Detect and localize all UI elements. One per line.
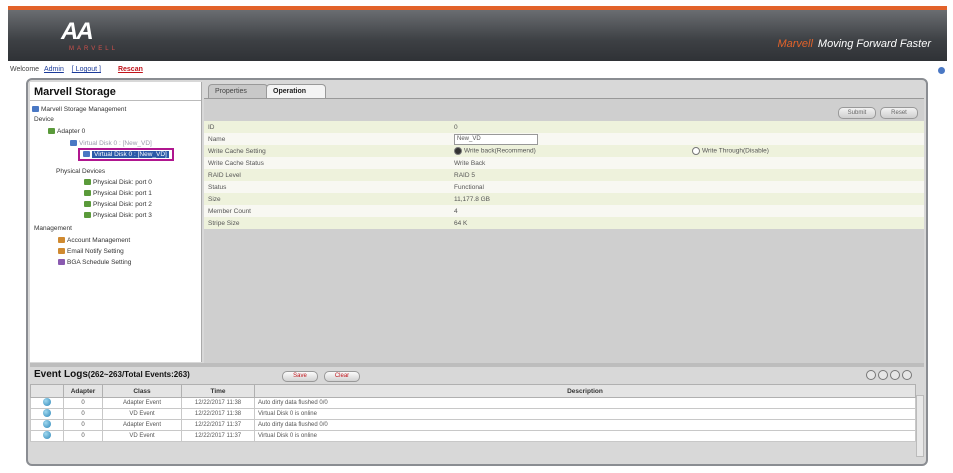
property-label: Size (204, 193, 450, 205)
table-row[interactable]: 0 Adapter Event 12/22/2017 11:38 Auto dirt… (30, 397, 916, 409)
main-frame: Marvell Storage Marvell Storage Manageme… (26, 78, 928, 466)
properties-table: ID 0 Name New_VD Write Cache Setting Write… (204, 121, 924, 229)
info-icon (43, 431, 51, 439)
event-log-table: Adapter Class Time Description 0 Adapter … (30, 384, 916, 442)
table-row[interactable]: 0 Adapter Event 12/22/2017 11:37 Auto dirt… (30, 419, 916, 431)
virtual-disk-icon (83, 151, 90, 158)
disk-icon (84, 179, 91, 186)
email-icon (58, 248, 65, 255)
tree-node-device[interactable]: Device (34, 116, 54, 123)
virtual-disk-icon (70, 140, 77, 147)
storage-icon (32, 106, 39, 113)
property-label: Status (204, 181, 450, 193)
info-icon (43, 409, 51, 417)
prev-page-icon[interactable] (878, 370, 888, 380)
panel-splitter[interactable] (30, 363, 924, 367)
disk-icon (84, 212, 91, 219)
tree-node-virtual-disk-group[interactable]: Virtual Disk 0 : [New_VD] (70, 140, 152, 147)
tree-node-management[interactable]: Management (34, 225, 72, 232)
navigation-tree: Marvell Storage Marvell Storage Manageme… (30, 82, 202, 362)
table-row[interactable]: 0 VD Event 12/22/2017 11:38 Virtual Disk 0… (30, 408, 916, 420)
welcome-bar: Welcome Admin [ Logout ] Rescan (10, 66, 143, 73)
tree-node-adapter-0[interactable]: Adapter 0 (48, 128, 85, 135)
tree-node-physical-devices[interactable]: Physical Devices (56, 168, 105, 175)
tree-node-account-management[interactable]: Account Management (58, 237, 130, 244)
property-value: 64 K (450, 217, 688, 229)
column-header-adapter[interactable]: Adapter (63, 384, 103, 398)
column-header-icon[interactable] (30, 384, 64, 398)
write-back-option[interactable]: Write back(Recommend) (450, 145, 688, 157)
disk-icon (84, 190, 91, 197)
first-page-icon[interactable] (866, 370, 876, 380)
property-label: Write Cache Setting (204, 145, 450, 157)
tree-title: Marvell Storage (30, 82, 201, 101)
disk-icon (84, 201, 91, 208)
account-icon (58, 237, 65, 244)
submit-button[interactable]: Submit (838, 107, 876, 119)
property-label: Write Cache Status (204, 157, 450, 169)
adapter-icon (48, 128, 55, 135)
column-header-class[interactable]: Class (102, 384, 182, 398)
property-value: RAID 5 (450, 169, 688, 181)
save-button[interactable]: Save (282, 371, 318, 382)
tab-operation[interactable]: Operation (266, 84, 326, 98)
tree-node-virtual-disk-0[interactable]: Virtual Disk 0 : [New_VD] (78, 148, 174, 161)
schedule-icon (58, 259, 65, 266)
last-page-icon[interactable] (902, 370, 912, 380)
logo-mark: AA (61, 18, 94, 45)
column-header-description[interactable]: Description (254, 384, 916, 398)
property-value: 4 (450, 205, 688, 217)
tagline-text: Moving Forward Faster (817, 38, 931, 50)
radio-icon[interactable] (692, 147, 700, 155)
property-label: Member Count (204, 205, 450, 217)
property-label: Name (204, 133, 450, 145)
tree-node-email-notify[interactable]: Email Notify Setting (58, 248, 124, 255)
table-row[interactable]: 0 VD Event 12/22/2017 11:37 Virtual Disk 0… (30, 430, 916, 442)
tagline-brand: Marvell (777, 38, 813, 50)
app-header: AA MARVELL Marvell Moving Forward Faster (8, 10, 947, 61)
event-log-scrollbar[interactable] (916, 395, 924, 457)
info-icon (43, 420, 51, 428)
reset-button[interactable]: Reset (880, 107, 918, 119)
logo-text: MARVELL (69, 46, 118, 52)
tree-node-physical-disk-0[interactable]: Physical Disk: port 0 (84, 179, 152, 186)
properties-panel: Submit Reset ID 0 Name New_VD Write Cache … (204, 98, 924, 363)
tab-properties[interactable]: Properties (208, 84, 268, 98)
clear-button[interactable]: Clear (324, 371, 360, 382)
property-value: Write Back (450, 157, 688, 169)
marvell-logo: AA MARVELL (53, 18, 133, 54)
rescan-link[interactable]: Rescan (118, 66, 143, 73)
radio-selected-icon[interactable] (454, 147, 462, 155)
info-icon (43, 398, 51, 406)
property-label: ID (204, 121, 450, 133)
property-value: 11,177.8 GB (450, 193, 688, 205)
user-link[interactable]: Admin (44, 66, 64, 73)
logout-link[interactable]: [ Logout ] (72, 66, 101, 73)
write-through-option[interactable]: Write Through(Disable) (688, 145, 924, 157)
column-header-time[interactable]: Time (181, 384, 255, 398)
property-value: Functional (450, 181, 688, 193)
tree-node-storage-management[interactable]: Marvell Storage Management (32, 106, 126, 113)
help-icon[interactable] (938, 67, 945, 74)
property-value: 0 (450, 121, 688, 133)
name-input[interactable]: New_VD (454, 133, 538, 145)
property-label: Stripe Size (204, 217, 450, 229)
welcome-label: Welcome (10, 66, 40, 73)
event-logs-title: Event Logs(262~263/Total Events:263) (34, 369, 190, 380)
tagline: Marvell Moving Forward Faster (777, 38, 931, 50)
tree-node-physical-disk-1[interactable]: Physical Disk: port 1 (84, 190, 152, 197)
property-label: RAID Level (204, 169, 450, 181)
next-page-icon[interactable] (890, 370, 900, 380)
tree-node-physical-disk-3[interactable]: Physical Disk: port 3 (84, 212, 152, 219)
tree-node-bga-schedule[interactable]: BGA Schedule Setting (58, 259, 131, 266)
tree-node-physical-disk-2[interactable]: Physical Disk: port 2 (84, 201, 152, 208)
